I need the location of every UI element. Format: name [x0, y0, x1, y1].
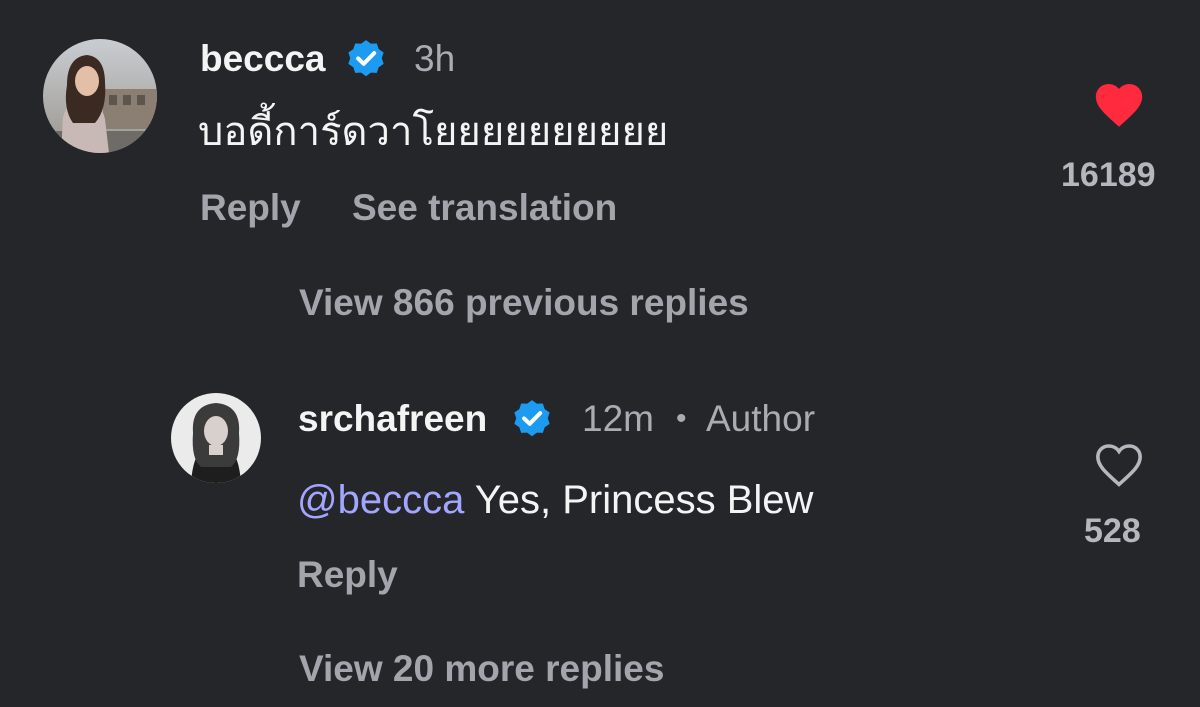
avatar-photo — [171, 393, 261, 483]
comment-like-count: 16189 — [1061, 156, 1156, 194]
reply-like-count: 528 — [1084, 512, 1141, 550]
reply-message: Yes, Princess Blew — [464, 478, 814, 522]
comment-text: บอดี้การ์ดวาโยยยยยยยยยย — [198, 110, 669, 154]
reply-timestamp: 12m — [582, 398, 654, 439]
comment-username[interactable]: beccca — [200, 40, 326, 77]
reply-reply-button[interactable]: Reply — [297, 556, 398, 593]
view-previous-replies-link[interactable]: View 866 previous replies — [299, 284, 749, 321]
heart-filled-icon[interactable] — [1092, 80, 1146, 128]
verified-badge-icon — [345, 38, 387, 80]
reply-text: @beccca Yes, Princess Blew — [297, 480, 813, 520]
comment-timestamp: 3h — [414, 38, 456, 79]
reply-username[interactable]: srchafreen — [298, 400, 487, 437]
mention-link[interactable]: @beccca — [297, 478, 464, 522]
heart-outline-icon[interactable] — [1092, 440, 1146, 488]
comment-avatar[interactable] — [43, 39, 157, 153]
meta-separator: • — [676, 402, 687, 435]
avatar-photo — [43, 39, 157, 153]
view-more-replies-link[interactable]: View 20 more replies — [299, 650, 664, 687]
author-badge: Author — [706, 398, 816, 439]
see-translation-button[interactable]: See translation — [352, 189, 617, 226]
comment-reply-button[interactable]: Reply — [200, 189, 301, 226]
reply-avatar[interactable] — [171, 393, 261, 483]
verified-badge-icon — [511, 398, 553, 440]
